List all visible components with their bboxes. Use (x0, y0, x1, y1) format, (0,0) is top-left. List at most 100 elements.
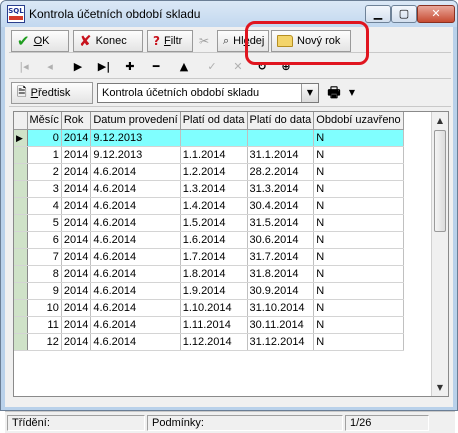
cell-plati-od[interactable]: 1.10.2014 (180, 299, 248, 317)
cell-plati-od[interactable] (180, 129, 248, 147)
cell-plati-od[interactable]: 1.12.2014 (180, 333, 248, 351)
row-indicator[interactable] (14, 214, 28, 232)
title-bar[interactable]: SQL Kontrola účetních období skladu ▁ ▢ … (1, 1, 457, 27)
col-header-mesic[interactable]: Měsíc (27, 112, 62, 130)
print-button[interactable]: 🖶 (325, 82, 343, 104)
table-row[interactable]: 1 2014 9.12.2013 1.1.2014 31.1.2014 N (14, 146, 404, 164)
cell-mesic[interactable]: 5 (27, 214, 62, 232)
row-indicator[interactable] (14, 333, 28, 351)
table-row[interactable]: 5 2014 4.6.2014 1.5.2014 31.5.2014 N (14, 214, 404, 232)
cell-rok[interactable]: 2014 (61, 163, 92, 181)
table-row[interactable]: 2 2014 4.6.2014 1.2.2014 28.2.2014 N (14, 163, 404, 181)
ok-button[interactable]: ✔ OK (11, 30, 69, 52)
cell-plati-od[interactable]: 1.9.2014 (180, 282, 248, 300)
table-row[interactable]: 4 2014 4.6.2014 1.4.2014 30.4.2014 N (14, 197, 404, 215)
cell-rok[interactable]: 2014 (61, 129, 92, 147)
cell-rok[interactable]: 2014 (61, 333, 92, 351)
cell-plati-do[interactable]: 31.5.2014 (247, 214, 315, 232)
cell-datum-provedeni[interactable]: 9.12.2013 (90, 129, 181, 147)
col-header-plati-od[interactable]: Platí od data (180, 112, 248, 130)
cell-mesic[interactable]: 9 (27, 282, 62, 300)
cell-datum-provedeni[interactable]: 4.6.2014 (90, 265, 181, 283)
cell-plati-od[interactable]: 1.1.2014 (180, 146, 248, 164)
cell-plati-do[interactable]: 28.2.2014 (247, 163, 315, 181)
cell-obdobi-uzavreno[interactable]: N (313, 197, 404, 215)
table-row[interactable]: 10 2014 4.6.2014 1.10.2014 31.10.2014 N (14, 299, 404, 317)
cell-datum-provedeni[interactable]: 4.6.2014 (90, 333, 181, 351)
cell-mesic[interactable]: 6 (27, 231, 62, 249)
row-indicator[interactable] (14, 299, 28, 317)
first-record-button[interactable]: |◂ (11, 56, 37, 78)
prev-record-button[interactable]: ◂ (37, 56, 63, 78)
delete-record-button[interactable]: ━ (143, 56, 169, 78)
cell-mesic[interactable]: 0 (27, 129, 62, 147)
cell-rok[interactable]: 2014 (61, 282, 92, 300)
cell-mesic[interactable]: 10 (27, 299, 62, 317)
row-indicator[interactable] (14, 231, 28, 249)
next-record-button[interactable]: ▶ (65, 56, 91, 78)
scroll-up-icon[interactable]: ▲ (432, 112, 448, 129)
predtisk-button[interactable]: 🗎 Předtisk (11, 82, 93, 104)
cell-datum-provedeni[interactable]: 4.6.2014 (90, 248, 181, 266)
table-row[interactable]: 9 2014 4.6.2014 1.9.2014 30.9.2014 N (14, 282, 404, 300)
cell-plati-od[interactable]: 1.3.2014 (180, 180, 248, 198)
cell-plati-do[interactable]: 31.12.2014 (247, 333, 315, 351)
cell-mesic[interactable]: 12 (27, 333, 62, 351)
last-record-button[interactable]: ▶| (91, 56, 117, 78)
maximize-button[interactable]: ▢ (391, 5, 417, 23)
cell-mesic[interactable]: 1 (27, 146, 62, 164)
cell-plati-od[interactable]: 1.7.2014 (180, 248, 248, 266)
chevron-down-icon[interactable]: ▼ (301, 84, 318, 102)
konec-button[interactable]: ✘ Konec (73, 30, 143, 52)
row-indicator[interactable] (14, 282, 28, 300)
report-select[interactable]: Kontrola účetních období skladu ▼ (97, 83, 319, 103)
add-record-button[interactable]: ✚ (117, 56, 143, 78)
cell-obdobi-uzavreno[interactable]: N (313, 214, 404, 232)
cell-datum-provedeni[interactable]: 9.12.2013 (90, 146, 181, 164)
cell-datum-provedeni[interactable]: 4.6.2014 (90, 299, 181, 317)
cell-mesic[interactable]: 8 (27, 265, 62, 283)
vertical-scrollbar[interactable]: ▲ ▼ (431, 112, 448, 396)
cell-mesic[interactable]: 11 (27, 316, 62, 334)
cell-plati-od[interactable]: 1.2.2014 (180, 163, 248, 181)
col-header-plati-do[interactable]: Platí do data (247, 112, 315, 130)
row-indicator[interactable] (14, 146, 28, 164)
cell-plati-od[interactable]: 1.5.2014 (180, 214, 248, 232)
row-indicator[interactable] (14, 316, 28, 334)
minimize-button[interactable]: ▁ (365, 5, 391, 23)
cell-mesic[interactable]: 3 (27, 180, 62, 198)
cell-rok[interactable]: 2014 (61, 197, 92, 215)
table-row[interactable]: 12 2014 4.6.2014 1.12.2014 31.12.2014 N (14, 333, 404, 351)
cell-datum-provedeni[interactable]: 4.6.2014 (90, 197, 181, 215)
cell-obdobi-uzavreno[interactable]: N (313, 248, 404, 266)
scroll-down-icon[interactable]: ▼ (432, 379, 448, 396)
cell-plati-do[interactable]: 31.10.2014 (247, 299, 315, 317)
post-record-button[interactable]: ✓ (199, 56, 225, 78)
cell-obdobi-uzavreno[interactable]: N (313, 299, 404, 317)
cell-plati-do[interactable]: 31.3.2014 (247, 180, 315, 198)
cell-rok[interactable]: 2014 (61, 265, 92, 283)
filtr-button[interactable]: ? Filtr (147, 30, 193, 52)
cell-plati-do[interactable]: 30.4.2014 (247, 197, 315, 215)
table-row[interactable]: ▶ 0 2014 9.12.2013 N (14, 129, 404, 147)
cell-plati-od[interactable]: 1.4.2014 (180, 197, 248, 215)
cell-datum-provedeni[interactable]: 4.6.2014 (90, 180, 181, 198)
cell-plati-od[interactable]: 1.6.2014 (180, 231, 248, 249)
cell-obdobi-uzavreno[interactable]: N (313, 316, 404, 334)
cut-button[interactable]: ✂ (195, 30, 215, 52)
cell-plati-od[interactable]: 1.11.2014 (180, 316, 248, 334)
cell-rok[interactable]: 2014 (61, 299, 92, 317)
cell-datum-provedeni[interactable]: 4.6.2014 (90, 214, 181, 232)
cell-rok[interactable]: 2014 (61, 146, 92, 164)
cell-obdobi-uzavreno[interactable]: N (313, 231, 404, 249)
edit-record-button[interactable]: ▲ (171, 56, 197, 78)
cell-plati-do[interactable]: 30.11.2014 (247, 316, 315, 334)
row-indicator[interactable] (14, 197, 28, 215)
cell-obdobi-uzavreno[interactable]: N (313, 129, 404, 147)
col-header-obdobi-uzavreno[interactable]: Období uzavřeno (313, 112, 404, 130)
cell-plati-do[interactable]: 31.8.2014 (247, 265, 315, 283)
table-row[interactable]: 8 2014 4.6.2014 1.8.2014 31.8.2014 N (14, 265, 404, 283)
cell-mesic[interactable]: 2 (27, 163, 62, 181)
cell-plati-do[interactable]: 31.7.2014 (247, 248, 315, 266)
cell-plati-do[interactable] (247, 129, 315, 147)
